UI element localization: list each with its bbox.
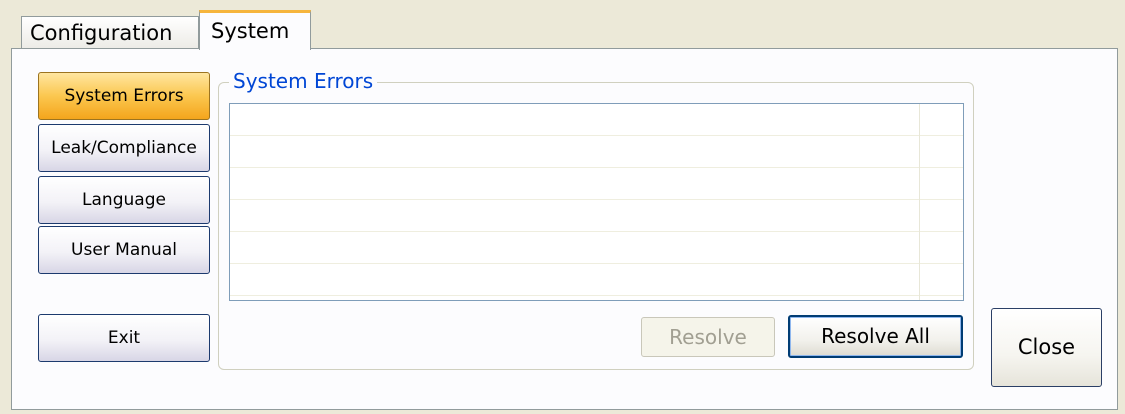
tab-configuration-label: Configuration (30, 21, 173, 45)
leak-compliance-button[interactable]: Leak/Compliance (38, 124, 210, 172)
list-row[interactable] (230, 264, 963, 296)
exit-button-label: Exit (107, 328, 141, 348)
system-errors-button-label: System Errors (64, 86, 184, 106)
language-button[interactable]: Language (38, 176, 210, 224)
close-button[interactable]: Close (991, 308, 1102, 387)
tab-configuration[interactable]: Configuration (21, 16, 199, 49)
list-row[interactable] (230, 168, 963, 200)
list-row[interactable] (230, 104, 963, 136)
system-errors-button[interactable]: System Errors (38, 72, 210, 120)
system-settings-window: Configuration System System Errors Leak/… (0, 0, 1125, 414)
system-errors-group-title: System Errors (229, 68, 378, 94)
user-manual-button[interactable]: User Manual (38, 226, 210, 274)
resolve-all-button[interactable]: Resolve All (788, 315, 963, 358)
resolve-button[interactable]: Resolve (641, 317, 775, 357)
leak-compliance-button-label: Leak/Compliance (51, 138, 197, 158)
user-manual-button-label: User Manual (71, 240, 177, 260)
tab-system-label: System (211, 19, 290, 43)
list-row[interactable] (230, 232, 963, 264)
resolve-all-button-label: Resolve All (821, 324, 930, 348)
language-button-label: Language (82, 190, 166, 210)
resolve-button-label: Resolve (669, 325, 747, 349)
list-row[interactable] (230, 200, 963, 232)
list-column-divider (919, 104, 920, 300)
system-errors-list[interactable] (229, 103, 964, 301)
tab-system[interactable]: System (199, 10, 311, 50)
close-button-label: Close (1017, 335, 1076, 359)
exit-button[interactable]: Exit (38, 314, 210, 362)
list-row[interactable] (230, 136, 963, 168)
